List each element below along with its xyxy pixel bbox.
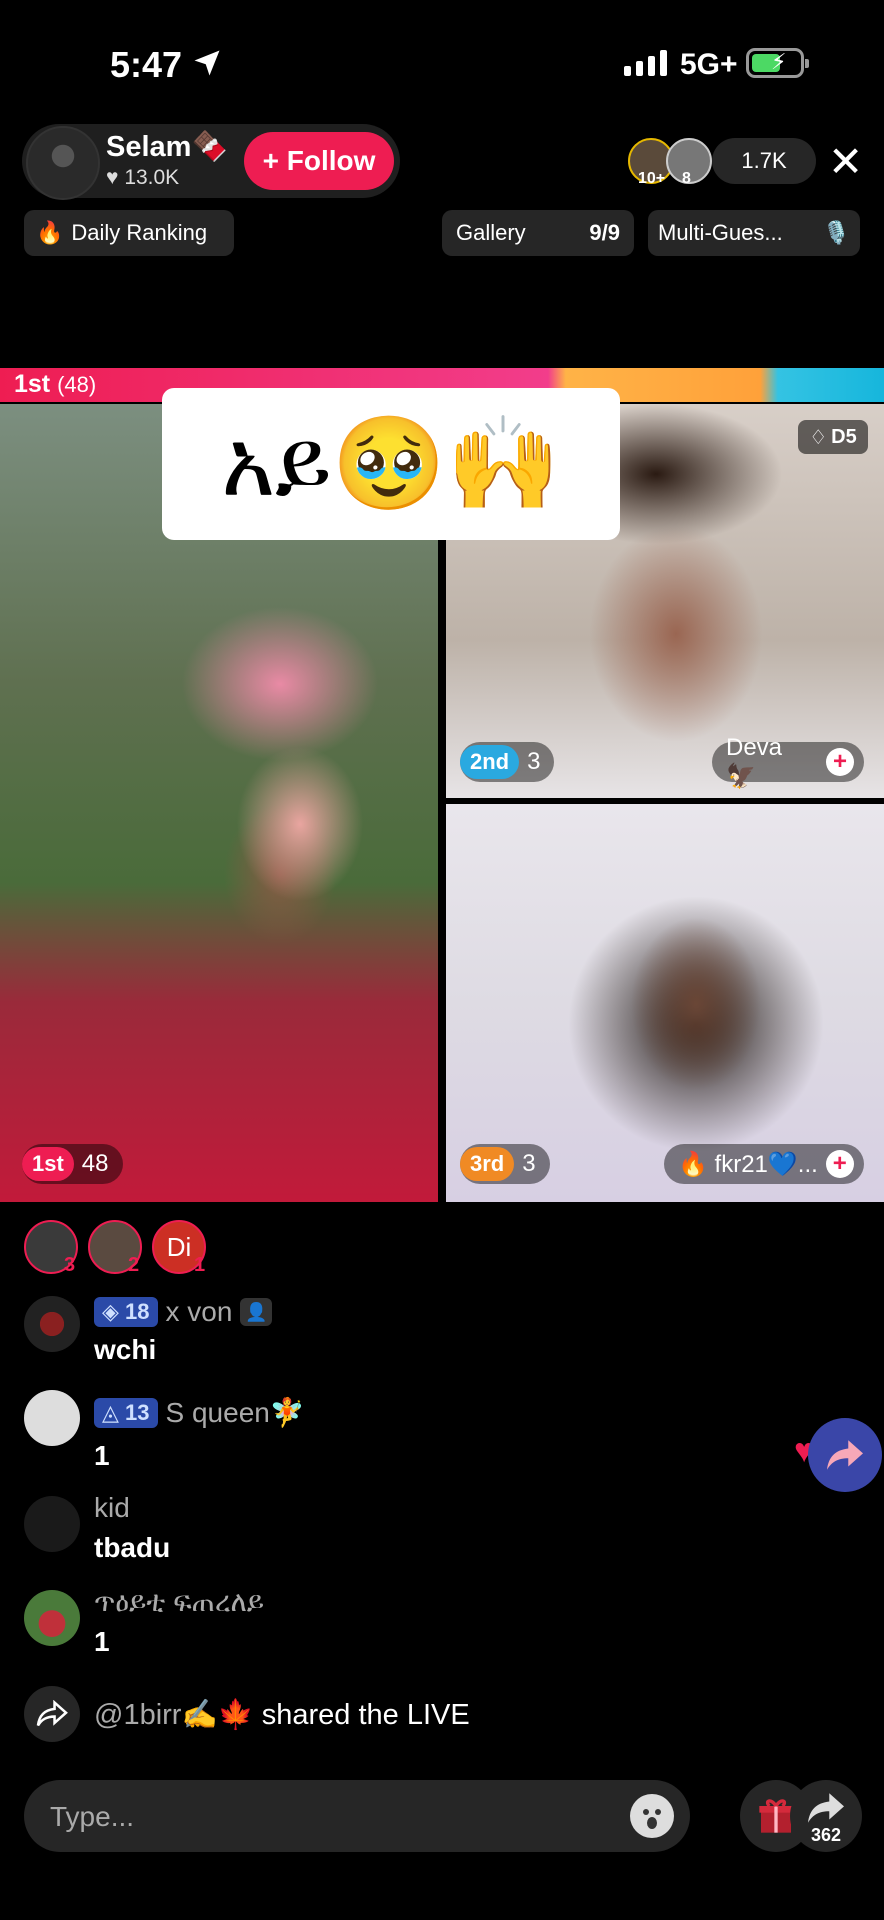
- comment-text: 1: [94, 1440, 110, 1471]
- share-button[interactable]: 362: [790, 1780, 862, 1852]
- comment-username[interactable]: kid: [94, 1492, 130, 1524]
- daily-ranking-label: Daily Ranking: [71, 220, 208, 245]
- tile-second-rank: 2nd 3: [460, 742, 555, 782]
- signal-icon: [624, 50, 667, 76]
- comment-avatar[interactable]: [24, 1496, 80, 1552]
- add-guest-icon[interactable]: +: [826, 748, 854, 776]
- gifter-initials: Di: [166, 1231, 192, 1262]
- tile-main-rank: 1st 48: [22, 1144, 123, 1184]
- battle-leader-score: (48): [57, 372, 97, 397]
- moderator-icon: 👤: [240, 1298, 273, 1326]
- level-number: 13: [125, 1399, 150, 1425]
- gallery-label: Gallery: [456, 220, 526, 245]
- comment-meta: ◬ 13 S queen🧚: [94, 1396, 305, 1429]
- top-viewer-avatar[interactable]: 8: [666, 138, 712, 187]
- gifter-count: 2: [128, 1254, 140, 1276]
- battle-leader-rank: 1st: [14, 370, 51, 398]
- comment-text: tbadu: [94, 1532, 171, 1563]
- tile-third-name: 🔥 fkr21💙...: [678, 1150, 818, 1178]
- diamond-icon: ♢: [809, 426, 828, 449]
- level-badge: ◬ 13: [94, 1397, 158, 1428]
- tile-second-rank-label: 2nd: [460, 745, 520, 779]
- tile-third-rank: 3rd 3: [460, 1144, 550, 1184]
- floating-share-icon[interactable]: [808, 1418, 882, 1492]
- comment-username[interactable]: ጥዕይቲ ፍጠረለይ: [94, 1586, 264, 1619]
- microphone-icon: 🎙️: [822, 220, 850, 245]
- top-viewer-badge: 8: [682, 170, 691, 187]
- rank-badge: ♢ D5: [798, 420, 868, 454]
- gifter-count: 1: [194, 1254, 206, 1276]
- gallery-chip[interactable]: Gallery 9/9: [442, 210, 634, 256]
- comment-username[interactable]: x von: [166, 1296, 233, 1328]
- share-event: @1birr✍️🍁 shared the LIVE: [94, 1698, 470, 1732]
- host-likes-count: 13.0K: [124, 166, 180, 189]
- follow-button[interactable]: + Follow: [244, 132, 394, 190]
- share-count: 362: [810, 1825, 842, 1845]
- comment-meta: ◈ 18 x von 👤: [94, 1296, 273, 1328]
- viewer-count[interactable]: 1.7K: [712, 138, 816, 184]
- host-avatar[interactable]: [26, 126, 100, 200]
- comment-avatar[interactable]: [24, 1296, 80, 1352]
- host-likes: ♥ 13.0K: [106, 166, 180, 189]
- battle-leader-label: 1st (48): [14, 370, 96, 399]
- share-event-text: shared the LIVE: [261, 1699, 470, 1731]
- comment-text: wchi: [94, 1334, 157, 1365]
- comment-text: 1: [94, 1626, 110, 1657]
- emoji-icon[interactable]: [630, 1794, 674, 1838]
- tile-second-name: Deva 🦅: [726, 733, 783, 790]
- comment-avatar[interactable]: [24, 1590, 80, 1646]
- comment-username[interactable]: S queen🧚: [166, 1396, 305, 1429]
- tile-main-rank-label: 1st: [22, 1147, 74, 1181]
- gallery-count: 9/9: [589, 220, 620, 245]
- multi-guest-label: Multi-Gues...: [658, 220, 783, 245]
- network-label: 5G+: [680, 48, 738, 81]
- tile-third-score: 3: [522, 1150, 536, 1177]
- battery-icon: ⚡: [746, 48, 809, 78]
- top-viewer-avatars[interactable]: 10+ 8: [628, 138, 720, 187]
- comment-avatar[interactable]: [24, 1390, 80, 1446]
- tile-second-score: 3: [527, 748, 541, 775]
- share-event-icon: [24, 1686, 80, 1742]
- level-number: 18: [125, 1299, 150, 1324]
- tile-main-score: 48: [81, 1150, 109, 1177]
- tile-second-name-pill[interactable]: Deva 🦅 +: [712, 734, 864, 790]
- location-arrow-icon: [194, 50, 220, 76]
- rank-badge-label: D5: [831, 425, 857, 448]
- comment-meta: ጥዕይቲ ፍጠረለይ: [94, 1586, 264, 1619]
- tile-third-name-pill[interactable]: 🔥 fkr21💙... +: [664, 1144, 864, 1184]
- share-event-user[interactable]: @1birr✍️🍁: [94, 1699, 254, 1731]
- comment-input[interactable]: [48, 1794, 612, 1840]
- gifter-count: 3: [64, 1254, 76, 1276]
- close-icon[interactable]: ✕: [828, 141, 863, 183]
- tile-third-rank-label: 3rd: [460, 1147, 515, 1181]
- video-tile-third[interactable]: [446, 804, 884, 1202]
- top-viewer-badge: 10+: [638, 170, 666, 187]
- text-sticker: አይ🥹🙌: [162, 388, 620, 540]
- comment-meta: kid: [94, 1492, 130, 1524]
- fire-icon: 🔥: [36, 220, 64, 245]
- daily-ranking-chip[interactable]: 🔥 Daily Ranking: [24, 210, 234, 256]
- comment-input-container[interactable]: [24, 1780, 690, 1852]
- status-time: 5:47: [110, 44, 183, 85]
- multi-guest-chip[interactable]: Multi-Gues... 🎙️: [648, 210, 860, 256]
- host-name: Selam🍫: [106, 131, 228, 163]
- level-badge: ◈ 18: [94, 1297, 158, 1327]
- add-guest-icon[interactable]: +: [825, 1150, 854, 1178]
